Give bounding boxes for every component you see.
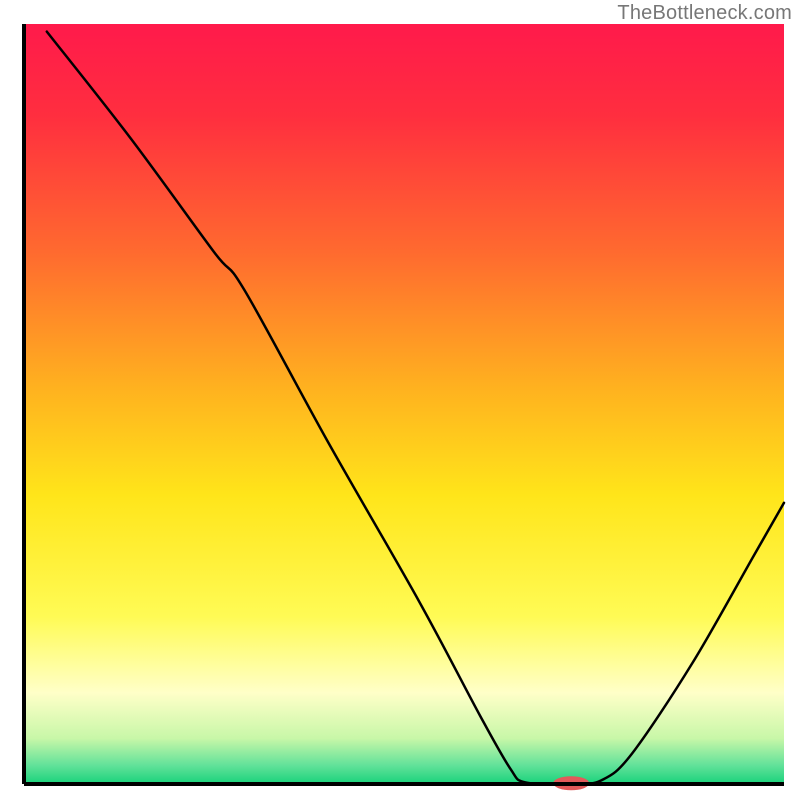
bottleneck-plot	[0, 0, 800, 800]
plot-background	[24, 24, 784, 784]
watermark-text: TheBottleneck.com	[617, 2, 792, 25]
chart-frame: TheBottleneck.com	[0, 0, 800, 800]
